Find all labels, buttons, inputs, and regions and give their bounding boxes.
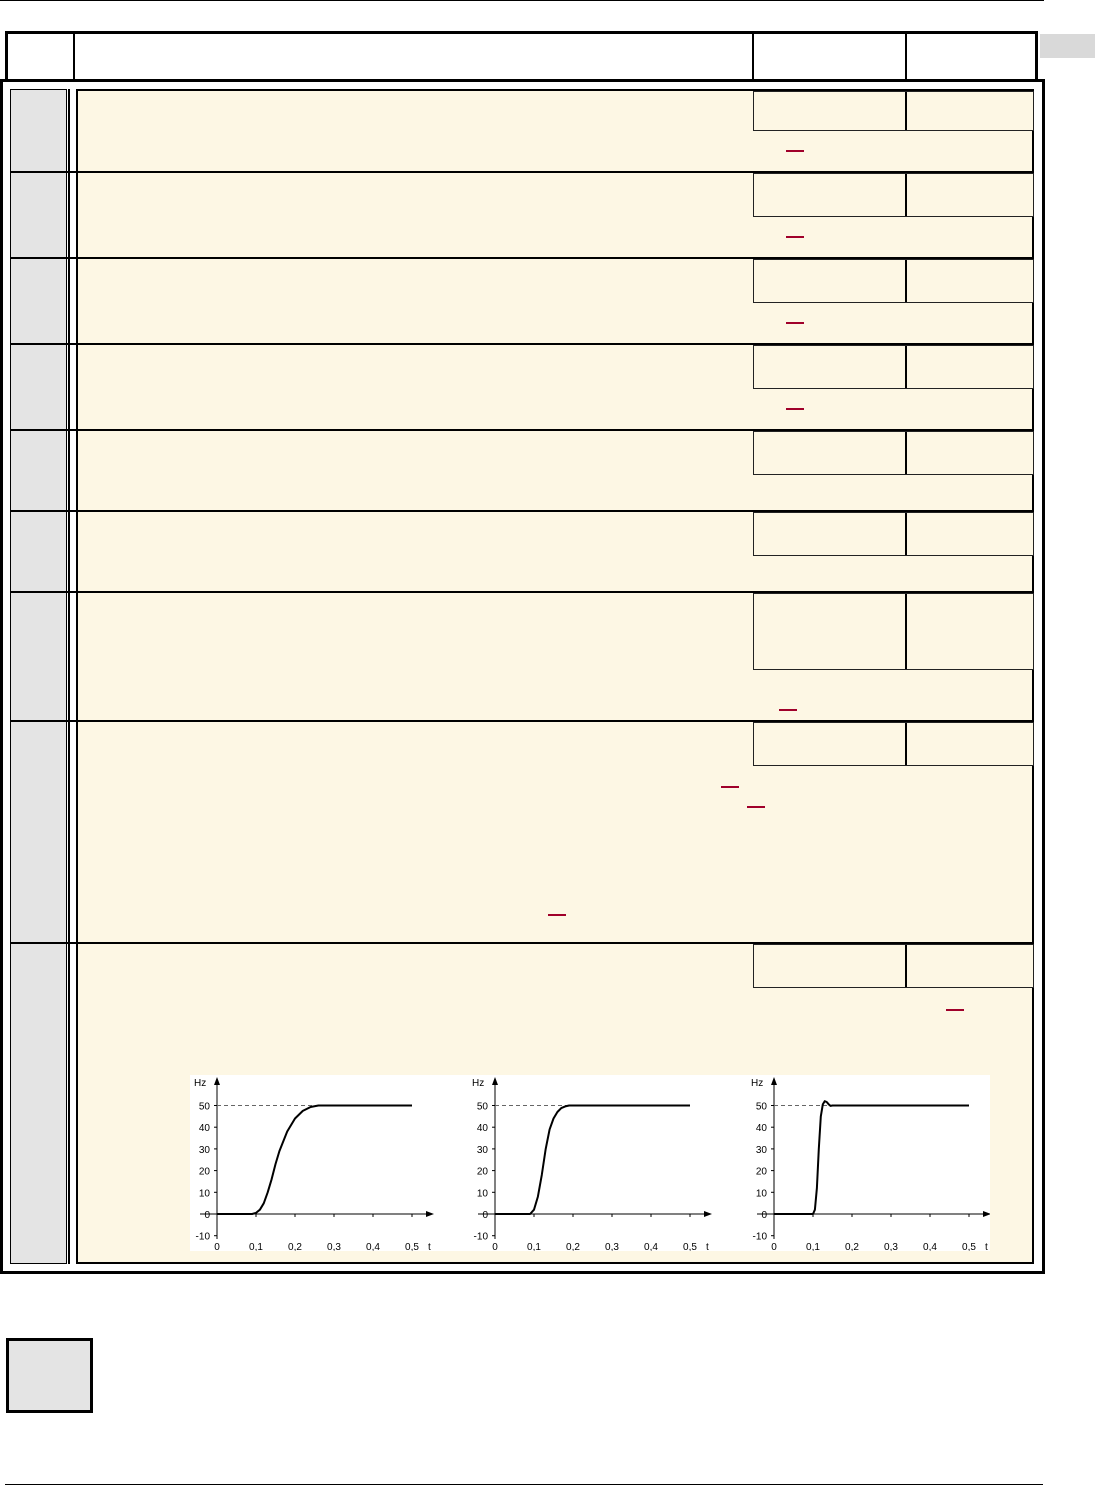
- column-divider: [68, 89, 70, 1264]
- x-tick-label: 0,5: [962, 1242, 976, 1251]
- x-axis-arrow: [426, 1211, 434, 1217]
- y-tick-label: 0: [761, 1210, 767, 1221]
- x-axis-label: t: [706, 1242, 709, 1251]
- y-tick-label: 30: [199, 1145, 211, 1156]
- x-tick-label: 0,3: [327, 1242, 341, 1251]
- header-divider: [905, 34, 907, 82]
- frequency-curve: [774, 1100, 969, 1215]
- value-cell: [753, 259, 1034, 303]
- page-link[interactable]: [747, 806, 765, 808]
- page-link[interactable]: [786, 150, 804, 152]
- y-axis-arrow: [214, 1077, 220, 1085]
- value-cell: [753, 431, 1034, 475]
- y-tick-label: 0: [482, 1210, 488, 1221]
- bottom-rule: [5, 1484, 1043, 1485]
- y-axis-label: Hz: [472, 1078, 484, 1089]
- value-cell: [753, 173, 1034, 217]
- side-tab: [1040, 34, 1095, 58]
- value-cell: [753, 722, 1034, 766]
- y-tick-label: 20: [756, 1167, 768, 1178]
- chart-fast-curve: 50403020100-100 0,1 0,2 0,3 0,4 0,5Hzt: [751, 1077, 990, 1251]
- value-cell: [753, 944, 1034, 988]
- note-box: [6, 1338, 93, 1413]
- y-tick-label: 10: [756, 1188, 768, 1199]
- frequency-curve: [495, 1104, 690, 1215]
- y-tick-label: -10: [753, 1232, 768, 1243]
- x-tick-label: 0,5: [405, 1242, 419, 1251]
- x-tick-label: 0: [492, 1242, 498, 1251]
- y-tick-label: 20: [477, 1167, 489, 1178]
- x-tick-label: 0,2: [566, 1242, 580, 1251]
- value-cell: [753, 345, 1034, 389]
- x-tick-label: 0,4: [923, 1242, 937, 1251]
- x-tick-label: 0: [214, 1242, 220, 1251]
- y-tick-label: 10: [477, 1188, 489, 1199]
- x-axis-arrow: [704, 1211, 712, 1217]
- header-divider: [73, 34, 75, 82]
- y-tick-label: 50: [477, 1102, 489, 1113]
- y-tick-label: -10: [196, 1232, 211, 1243]
- code-column: [10, 89, 67, 1264]
- x-tick-label: 0,1: [527, 1242, 541, 1251]
- page-link[interactable]: [786, 322, 804, 324]
- x-tick-label: 0,4: [644, 1242, 658, 1251]
- y-tick-label: 50: [199, 1102, 211, 1113]
- y-tick-label: 30: [756, 1145, 768, 1156]
- y-axis-label: Hz: [194, 1078, 206, 1089]
- x-tick-label: 0: [771, 1242, 777, 1251]
- y-tick-label: 40: [477, 1123, 489, 1134]
- x-tick-label: 0,2: [845, 1242, 859, 1251]
- header-divider: [752, 34, 754, 82]
- top-rule: [0, 0, 1044, 1]
- page-link[interactable]: [779, 709, 797, 711]
- y-axis-arrow: [771, 1077, 777, 1085]
- y-tick-label: 40: [199, 1123, 211, 1134]
- y-tick-label: 20: [199, 1167, 211, 1178]
- chart-slow-curve: 50403020100-100 0,1 0,2 0,3 0,4 0,5Hzt: [194, 1077, 434, 1251]
- y-tick-label: 30: [477, 1145, 489, 1156]
- y-tick-label: 50: [756, 1102, 768, 1113]
- table-header: [5, 31, 1038, 82]
- value-cell: [753, 512, 1034, 556]
- page-link[interactable]: [786, 236, 804, 238]
- y-tick-label: 0: [204, 1210, 210, 1221]
- x-tick-label: 0,3: [884, 1242, 898, 1251]
- x-axis-arrow: [983, 1211, 990, 1217]
- speed-curves-figure: 50403020100-100 0,1 0,2 0,3 0,4 0,5Hzt 504030…: [194, 1077, 990, 1251]
- y-axis-arrow: [492, 1077, 498, 1085]
- x-axis-label: t: [428, 1242, 431, 1251]
- page-link[interactable]: [548, 914, 566, 916]
- value-cell: [753, 593, 1034, 670]
- x-tick-label: 0,3: [605, 1242, 619, 1251]
- chart-medium-curve: 50403020100-100 0,1 0,2 0,3 0,4 0,5Hzt: [472, 1077, 712, 1251]
- x-tick-label: 0,2: [288, 1242, 302, 1251]
- x-tick-label: 0,4: [366, 1242, 380, 1251]
- x-axis-label: t: [985, 1242, 988, 1251]
- y-tick-label: -10: [474, 1232, 489, 1243]
- page-link[interactable]: [786, 408, 804, 410]
- value-cell: [753, 91, 1034, 131]
- y-axis-label: Hz: [751, 1078, 763, 1089]
- page-link[interactable]: [946, 1009, 964, 1011]
- y-tick-label: 40: [756, 1123, 768, 1134]
- page-link[interactable]: [721, 786, 739, 788]
- frequency-curve: [217, 1104, 412, 1215]
- x-tick-label: 0,1: [806, 1242, 820, 1251]
- y-tick-label: 10: [199, 1188, 211, 1199]
- x-tick-label: 0,5: [683, 1242, 697, 1251]
- x-tick-label: 0,1: [249, 1242, 263, 1251]
